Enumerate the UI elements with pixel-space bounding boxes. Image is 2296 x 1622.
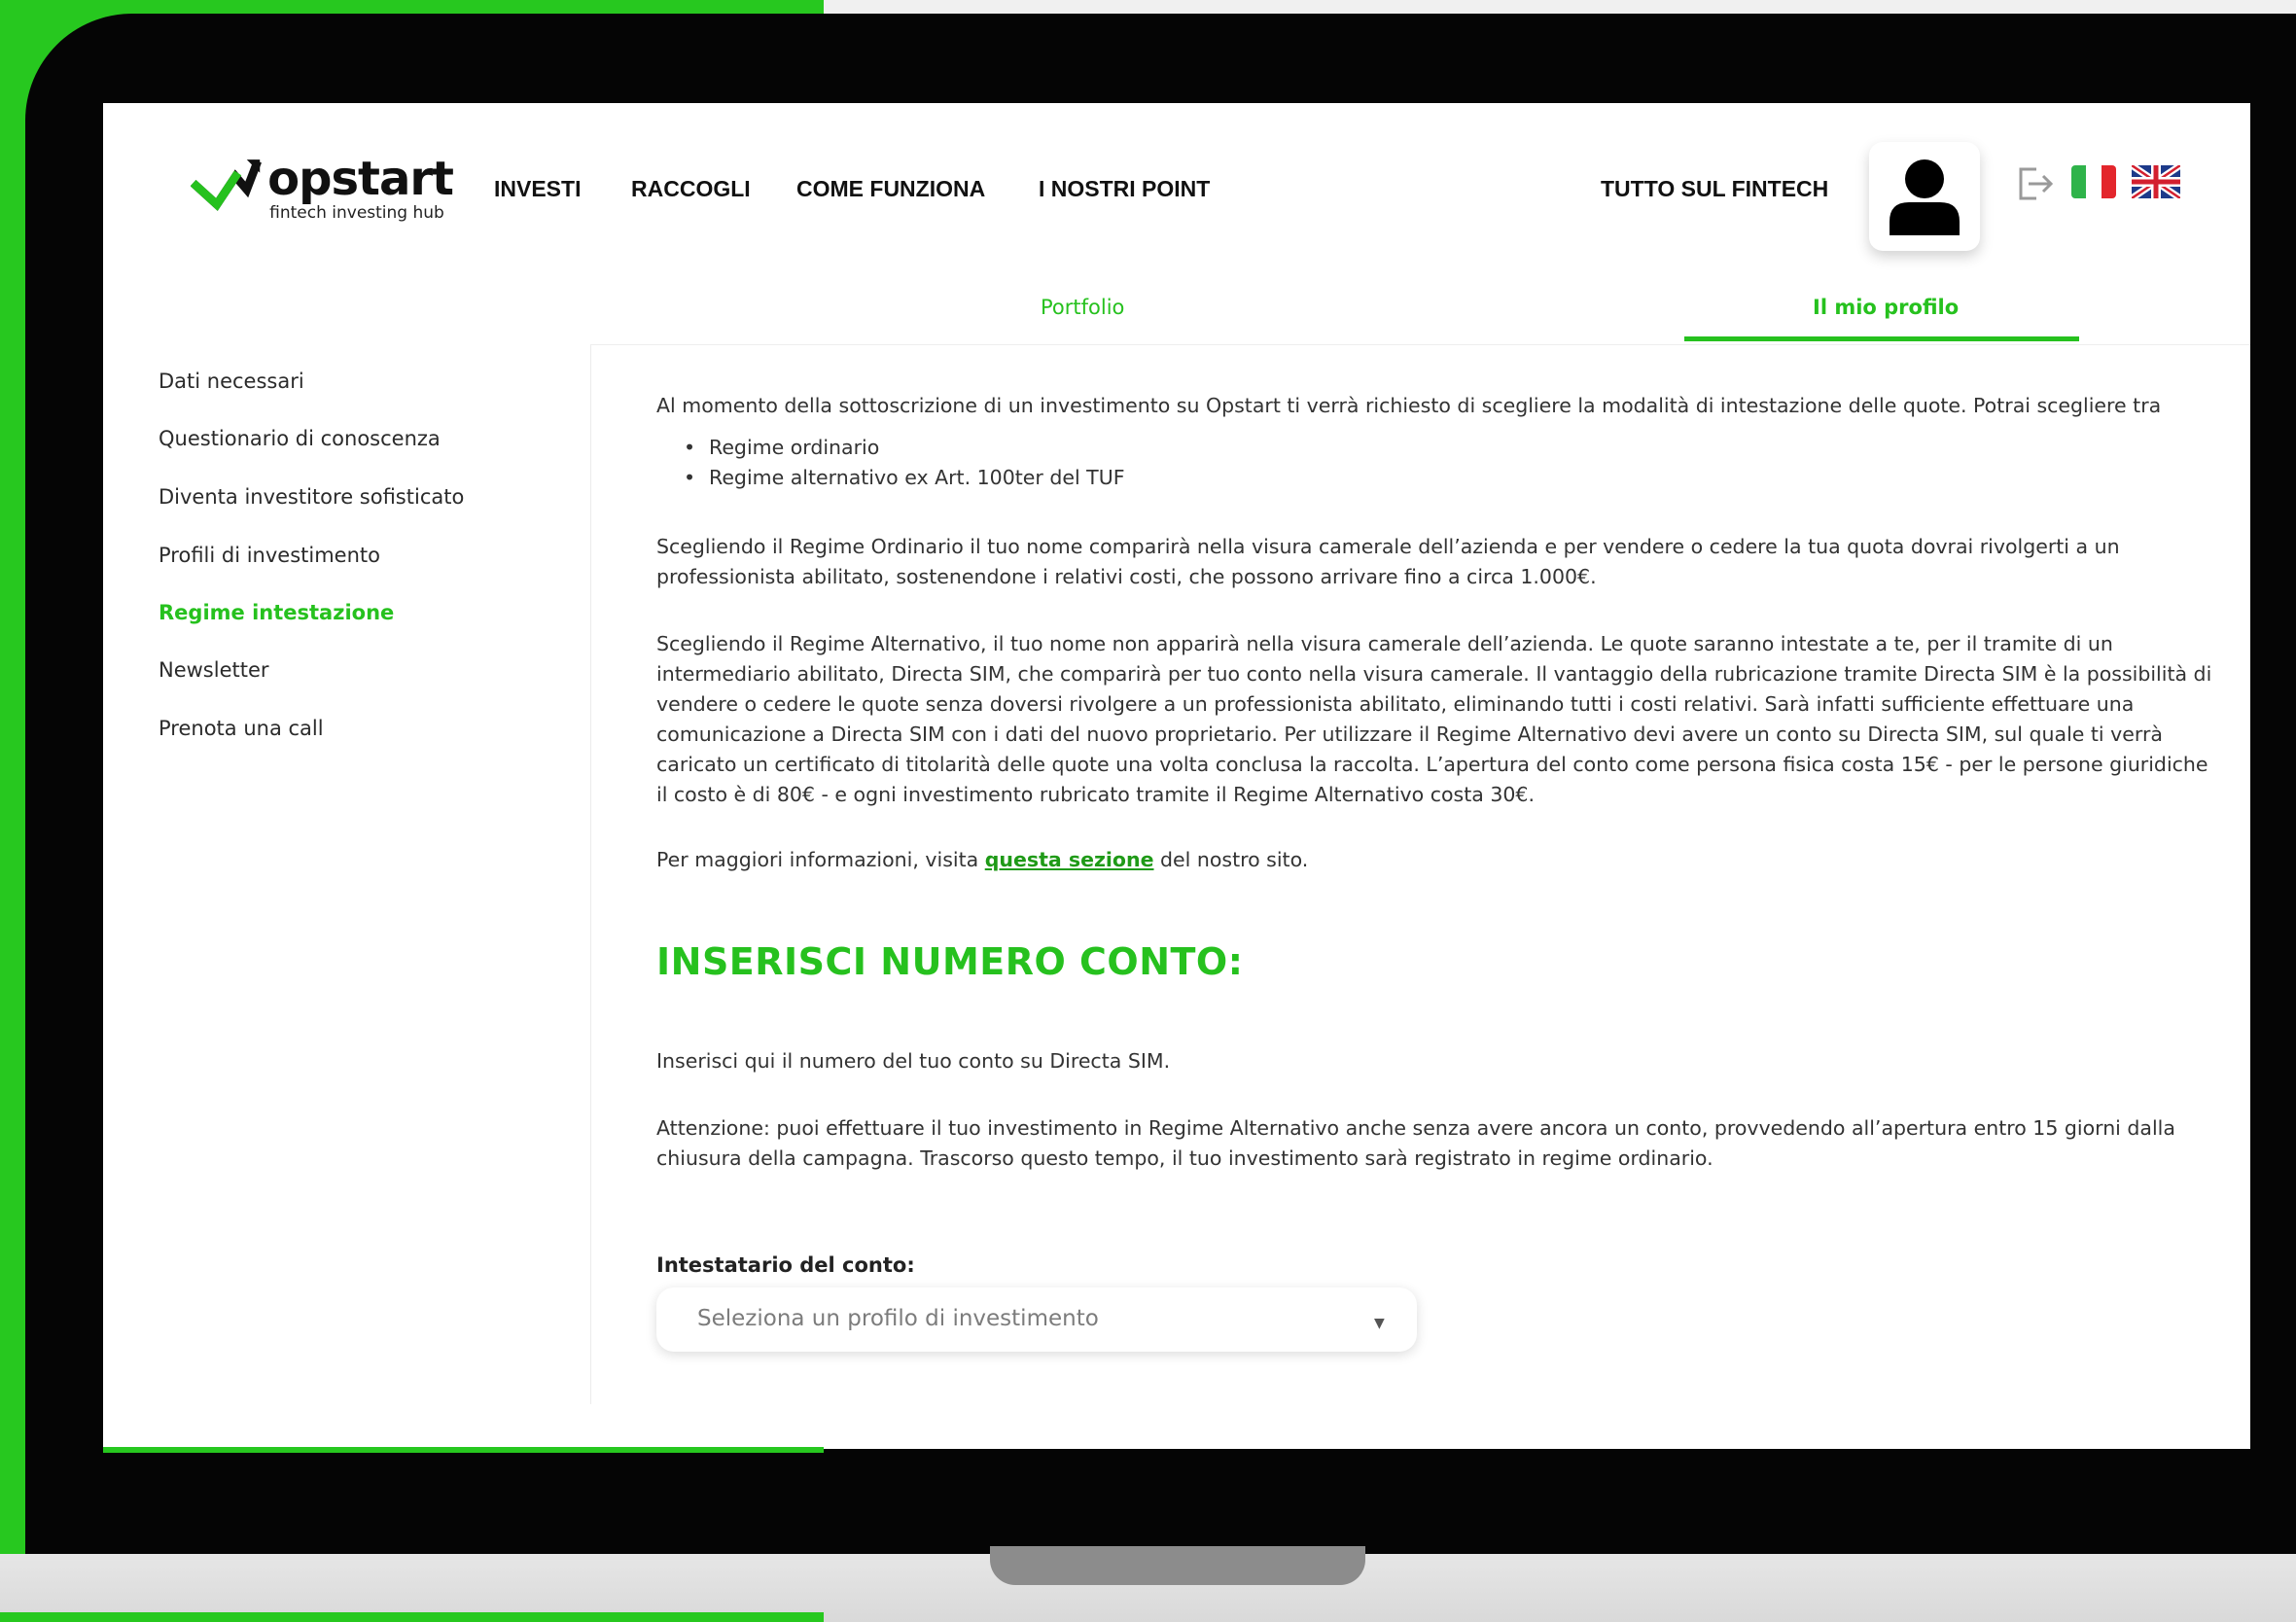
instruction-text: Inserisci qui il numero del tuo conto su… xyxy=(656,1049,1171,1073)
sidebar-item-profili-investimento[interactable]: Profili di investimento xyxy=(159,544,380,567)
intro-text: Al momento della sottoscrizione di un in… xyxy=(656,394,2162,417)
nav-raccogli[interactable]: RACCOGLI xyxy=(631,169,751,208)
nav-tutto-sul-fintech[interactable]: TUTTO SUL FINTECH xyxy=(1601,169,1828,208)
flag-italy-icon[interactable] xyxy=(2071,165,2116,198)
regime-ordinario-text: Scegliendo il Regime Ordinario il tuo no… xyxy=(656,535,2120,588)
section-heading: INSERISCI NUMERO CONTO: xyxy=(656,940,1244,983)
warning-text: Attenzione: puoi effettuare il tuo inves… xyxy=(656,1116,2175,1170)
device-green-bottom xyxy=(0,1612,824,1622)
regime-list: Regime ordinario Regime alternativo ex A… xyxy=(684,433,1125,493)
opstart-logo-icon xyxy=(191,159,262,211)
sidebar-item-newsletter[interactable]: Newsletter xyxy=(159,658,269,682)
active-tab-indicator xyxy=(1684,336,2079,341)
sidebar-item-prenota-call[interactable]: Prenota una call xyxy=(159,717,324,740)
laptop-notch xyxy=(990,1546,1365,1585)
list-item: Regime alternativo ex Art. 100ter del TU… xyxy=(684,463,1125,493)
tabs-divider xyxy=(591,344,2250,345)
opstart-logo[interactable]: opstart fintech investing hub xyxy=(191,144,454,231)
logout-icon[interactable] xyxy=(2015,163,2056,204)
browser-screen: opstart fintech investing hub INVESTI RA… xyxy=(103,103,2250,1449)
sidebar-item-investitore-sofisticato[interactable]: Diventa investitore sofisticato xyxy=(159,485,464,509)
more-info-text: Per maggiori informazioni, visita questa… xyxy=(656,845,2212,875)
investment-profile-select[interactable]: Seleziona un profilo di investimento ▼ xyxy=(656,1287,1417,1352)
sidebar-item-regime-intestazione[interactable]: Regime intestazione xyxy=(159,601,394,624)
logo-wordmark: opstart xyxy=(267,152,454,206)
nav-come-funziona[interactable]: COME FUNZIONA xyxy=(796,169,985,208)
caret-down-icon: ▼ xyxy=(1374,1316,1385,1331)
flag-uk-icon[interactable] xyxy=(2132,165,2180,198)
nav-i-nostri-point[interactable]: I NOSTRI POINT xyxy=(1039,169,1210,208)
regime-alternativo-text: Scegliendo il Regime Alternativo, il tuo… xyxy=(656,632,2212,806)
questa-sezione-link[interactable]: questa sezione xyxy=(985,848,1154,871)
account-holder-label: Intestatario del conto: xyxy=(656,1253,915,1277)
sidebar-item-questionario[interactable]: Questionario di conoscenza xyxy=(159,427,441,450)
nav-investi[interactable]: INVESTI xyxy=(494,169,581,208)
screen-bottom-green-line xyxy=(103,1447,824,1453)
sidebar-item-dati-necessari[interactable]: Dati necessari xyxy=(159,370,304,393)
sidebar: Dati necessari Questionario di conoscenz… xyxy=(103,344,591,1404)
user-icon xyxy=(1890,159,1960,235)
user-avatar-button[interactable] xyxy=(1869,142,1980,251)
tab-il-mio-profilo[interactable]: Il mio profilo xyxy=(1813,296,1959,319)
list-item: Regime ordinario xyxy=(684,433,1125,463)
tab-portfolio[interactable]: Portfolio xyxy=(1041,296,1124,319)
logo-tagline: fintech investing hub xyxy=(269,203,444,223)
select-placeholder: Seleziona un profilo di investimento xyxy=(697,1306,1099,1331)
more-info-before: Per maggiori informazioni, visita xyxy=(656,848,985,871)
more-info-after: del nostro sito. xyxy=(1153,848,1309,871)
